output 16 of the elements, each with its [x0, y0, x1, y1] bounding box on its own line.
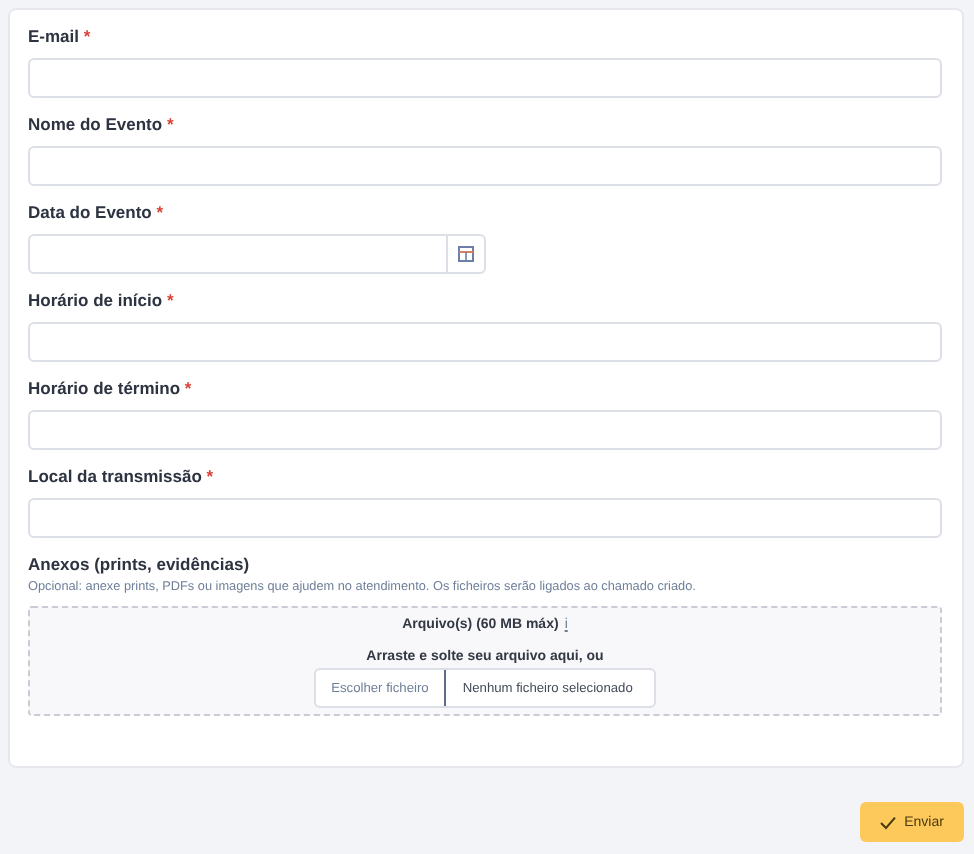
text-input[interactable] [28, 410, 942, 450]
field-label: Local da transmissão * [28, 464, 216, 490]
calendar-icon [458, 246, 474, 262]
field-label: Data do Evento * [28, 200, 166, 226]
text-input[interactable] [28, 58, 942, 98]
text-input[interactable] [28, 322, 942, 362]
check-icon [880, 815, 897, 829]
attachments-label: Anexos (prints, evidências) [28, 552, 252, 578]
field-label: Horário de término * [28, 376, 194, 402]
calendar-button[interactable] [448, 234, 486, 274]
text-input[interactable] [28, 498, 942, 538]
field-label: Horário de início * [28, 288, 176, 314]
field-label: Nome do Evento * [28, 112, 176, 138]
date-input[interactable] [28, 234, 448, 274]
field-label: E-mail * [28, 24, 93, 50]
text-input[interactable] [28, 146, 942, 186]
